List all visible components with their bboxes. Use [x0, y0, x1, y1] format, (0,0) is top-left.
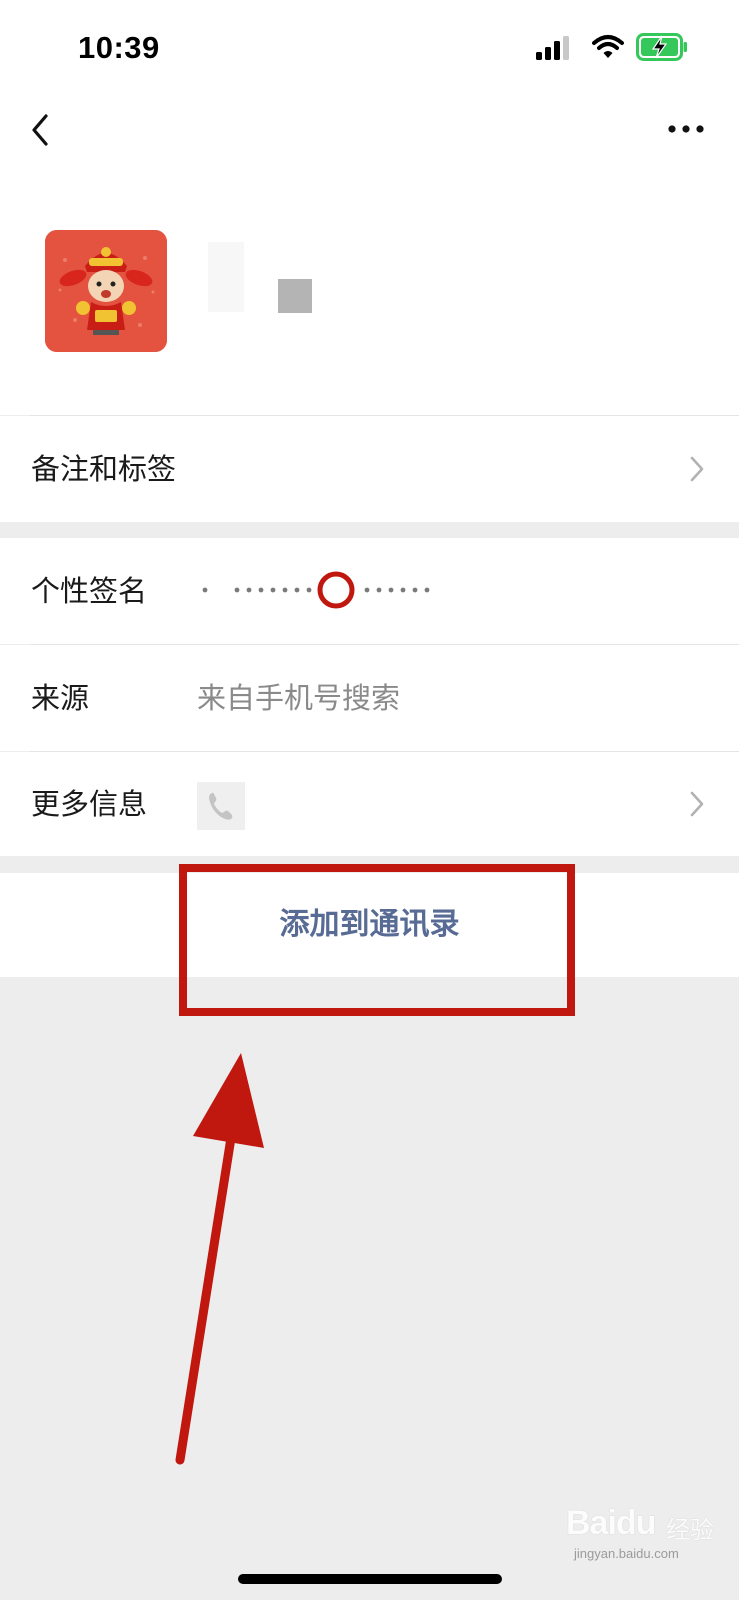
battery-charging-icon: [636, 33, 687, 61]
add-to-contacts-button[interactable]: 添加到通讯录: [0, 873, 739, 977]
nav-bar: [0, 100, 739, 160]
watermark-cn: 经验: [666, 1516, 714, 1544]
status-time: 10:39: [78, 30, 160, 65]
wechat-id-redacted: [278, 279, 312, 313]
baidu-jingyan-watermark: Baidu 经验 jingyan.baidu.com: [566, 1498, 726, 1568]
avatar[interactable]: [45, 230, 167, 352]
row-label-more-info: 更多信息: [31, 787, 148, 821]
status-icons: [536, 32, 696, 64]
watermark-url: jingyan.baidu.com: [574, 1546, 679, 1561]
avatar-image: [45, 230, 167, 352]
nickname-redacted: [208, 242, 244, 312]
phone-icon: [197, 782, 245, 830]
row-label-signature: 个性签名: [31, 574, 148, 608]
back-chevron-icon[interactable]: [26, 106, 60, 154]
signal-icon: [536, 36, 569, 60]
home-indicator[interactable]: [238, 1574, 502, 1584]
wifi-icon: [592, 35, 624, 58]
more-dots-icon[interactable]: [664, 116, 708, 142]
row-more-info[interactable]: 更多信息: [0, 752, 739, 856]
row-value-source: 来自手机号搜索: [197, 681, 401, 715]
row-signature: 个性签名: [0, 538, 739, 644]
watermark-logo: Baidu: [566, 1504, 656, 1542]
row-label-remark: 备注和标签: [31, 452, 177, 486]
chevron-right-icon: [690, 791, 704, 817]
add-to-contacts-label: 添加到通讯录: [279, 907, 460, 942]
signature-dots-redacted: [202, 571, 430, 609]
status-bar: 10:39: [0, 0, 739, 96]
row-remark-and-tags[interactable]: 备注和标签: [0, 416, 739, 522]
chevron-right-icon: [690, 456, 704, 482]
row-label-source: 来源: [31, 681, 90, 715]
row-source: 来源 来自手机号搜索: [0, 645, 739, 751]
